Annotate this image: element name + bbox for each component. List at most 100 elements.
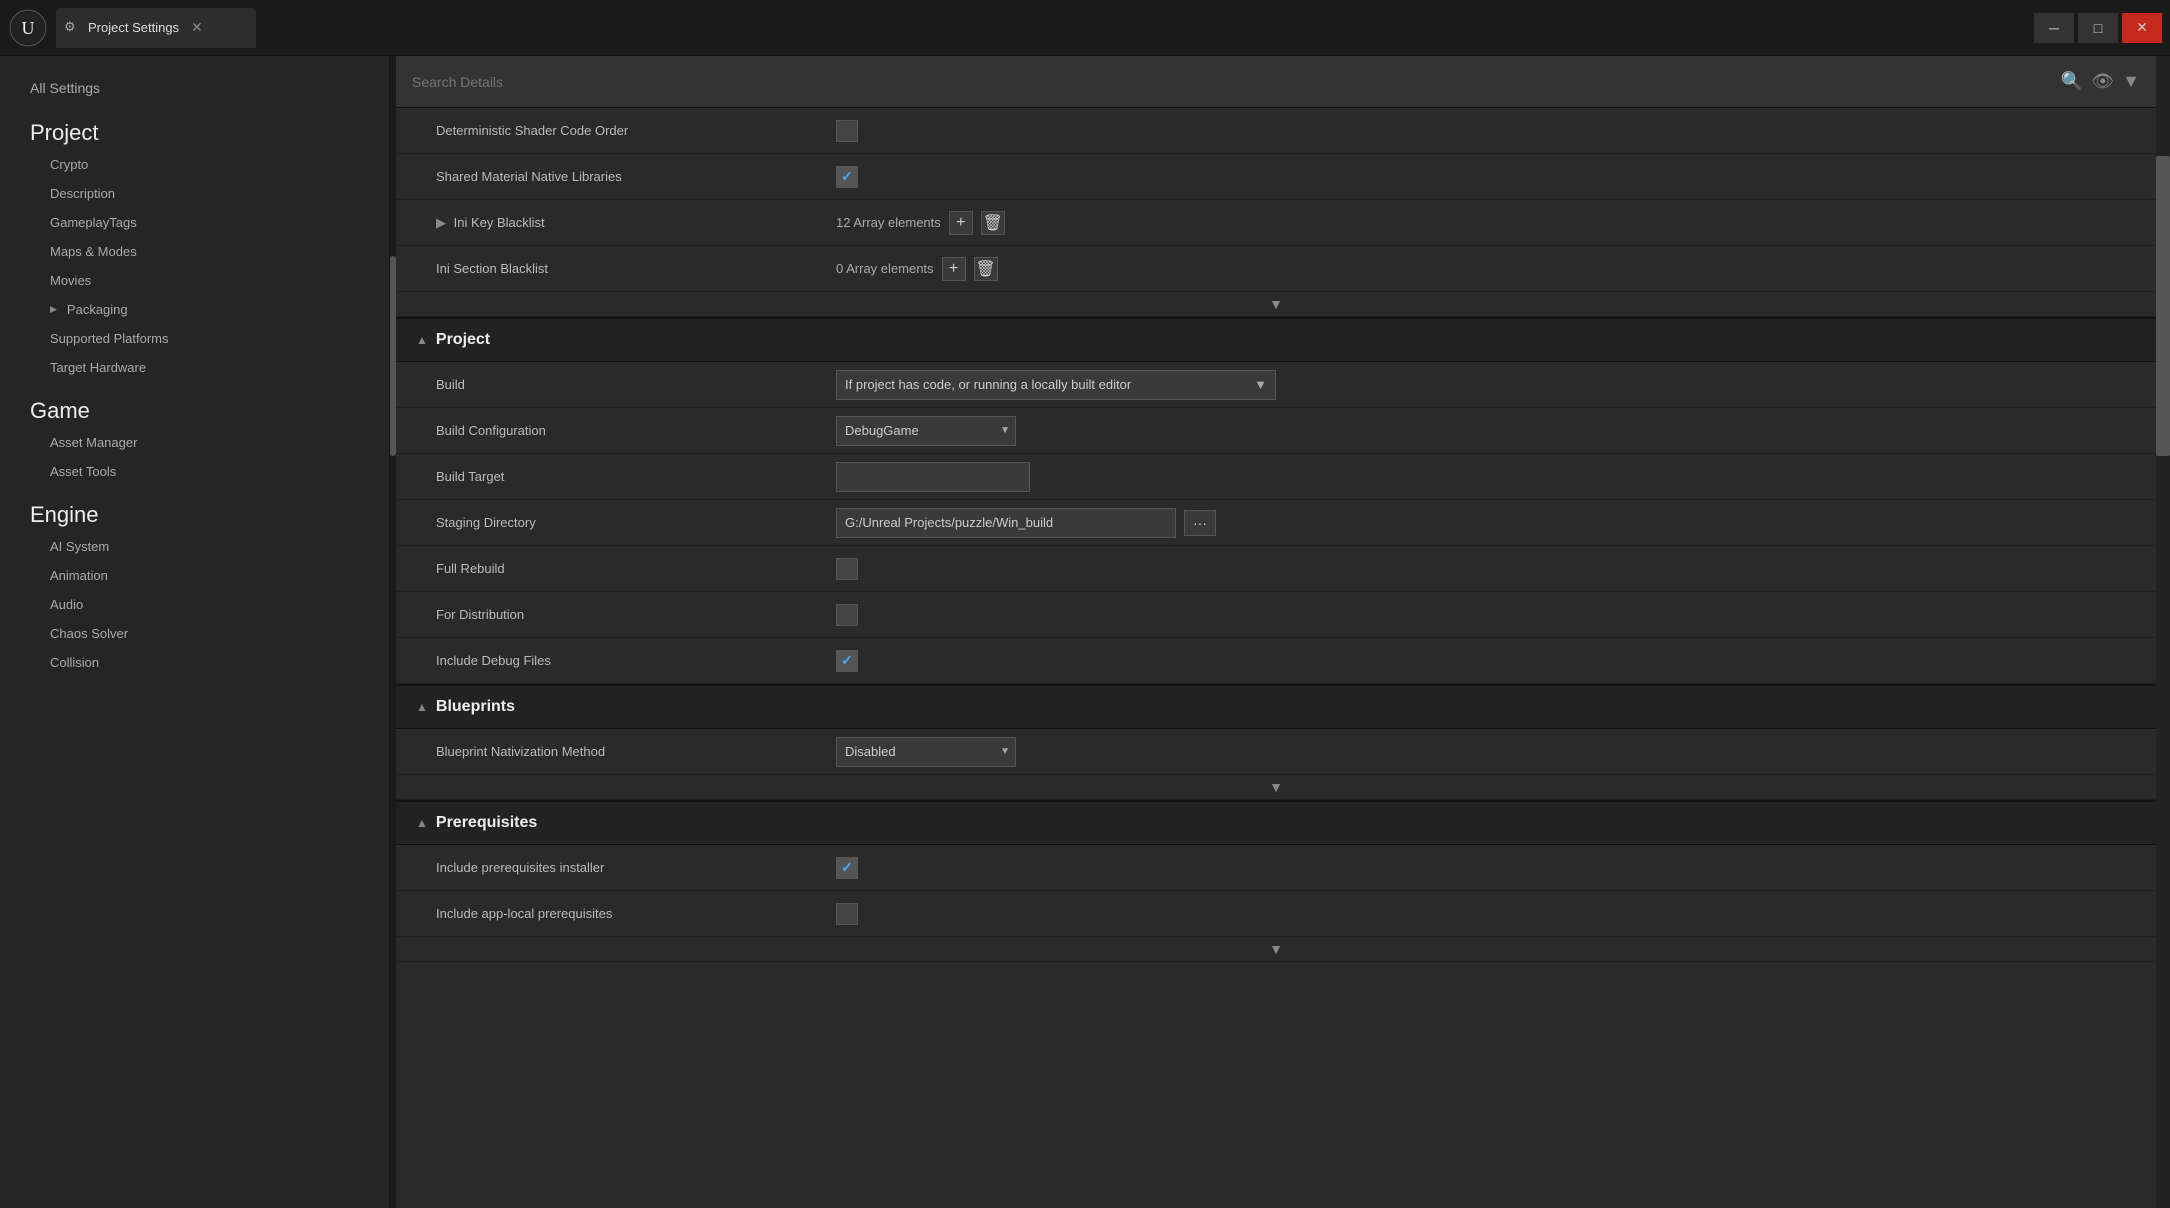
search-bar: 🔍 👁 ▼ [396, 56, 2156, 108]
minimize-button[interactable]: ─ [2034, 13, 2074, 43]
collapse-row-1[interactable]: ▼ [396, 292, 2156, 317]
ini-key-arrow-icon: ▶ [436, 215, 446, 230]
value-ini-key-blacklist: 12 Array elements + 🗑 [836, 211, 2136, 235]
dropdown-button[interactable]: ▼ [2122, 71, 2140, 92]
blueprint-nativization-select[interactable]: Disabled Inclusive Exclusive [836, 737, 1016, 767]
build-dropdown[interactable]: If project has code, or running a locall… [836, 370, 1276, 400]
build-config-select[interactable]: DebugGame Development Shipping [836, 416, 1016, 446]
value-for-distribution [836, 604, 2136, 626]
checkbox-full-rebuild[interactable] [836, 558, 858, 580]
checkbox-for-distribution[interactable] [836, 604, 858, 626]
value-staging-directory: ··· [836, 508, 2136, 538]
sidebar-category-engine: Engine [0, 486, 389, 532]
settings-tab-icon: ⚙ [64, 19, 82, 37]
section-blueprints-arrow-icon: ▲ [416, 700, 428, 714]
collapse-arrow-icon-2: ▼ [1269, 779, 1283, 795]
sidebar-scrollbar[interactable] [390, 56, 396, 1208]
search-icons: 🔍 👁 ▼ [2061, 71, 2140, 92]
eye-button[interactable]: 👁 [2091, 71, 2114, 92]
ue-logo: U [8, 8, 48, 48]
ini-section-count: 0 Array elements [836, 261, 934, 276]
sidebar-item-asset-tools[interactable]: Asset Tools [0, 457, 389, 486]
maximize-button[interactable]: □ [2078, 13, 2118, 43]
ini-key-array-controls: 12 Array elements + 🗑 [836, 211, 1005, 235]
sidebar-item-movies[interactable]: Movies [0, 266, 389, 295]
collapse-row-3[interactable]: ▼ [396, 937, 2156, 962]
sidebar-item-chaos-solver[interactable]: Chaos Solver [0, 619, 389, 648]
search-button[interactable]: 🔍 [2061, 71, 2083, 92]
label-ini-section-blacklist: Ini Section Blacklist [416, 261, 836, 276]
row-build: Build If project has code, or running a … [396, 362, 2156, 408]
value-build-target [836, 462, 2136, 492]
sidebar-item-maps-modes[interactable]: Maps & Modes [0, 237, 389, 266]
checkbox-include-debug-files[interactable] [836, 650, 858, 672]
sidebar-item-packaging[interactable]: Packaging [0, 295, 389, 324]
label-include-app-local: Include app-local prerequisites [416, 906, 836, 921]
ini-key-remove-button[interactable]: 🗑 [981, 211, 1005, 235]
checkbox-include-prerequisites[interactable] [836, 857, 858, 879]
sidebar-item-target-hardware[interactable]: Target Hardware [0, 353, 389, 382]
sidebar-item-description[interactable]: Description [0, 179, 389, 208]
search-input[interactable] [412, 74, 2061, 90]
build-dropdown-value: If project has code, or running a locall… [845, 377, 1131, 392]
label-shared-material: Shared Material Native Libraries [416, 169, 836, 184]
row-full-rebuild: Full Rebuild [396, 546, 2156, 592]
row-include-app-local: Include app-local prerequisites [396, 891, 2156, 937]
ini-key-add-button[interactable]: + [949, 211, 973, 235]
build-config-wrapper: DebugGame Development Shipping ▼ [836, 416, 1016, 446]
value-deterministic-shader [836, 120, 2136, 142]
build-target-input[interactable] [836, 462, 1030, 492]
ini-section-remove-button[interactable]: 🗑 [974, 257, 998, 281]
sidebar-item-crypto[interactable]: Crypto [0, 150, 389, 179]
section-project[interactable]: ▲ Project [396, 317, 2156, 362]
sidebar-item-collision[interactable]: Collision [0, 648, 389, 677]
sidebar-all-settings[interactable]: All Settings [0, 72, 389, 104]
row-staging-directory: Staging Directory ··· [396, 500, 2156, 546]
sidebar-item-ai-system[interactable]: AI System [0, 532, 389, 561]
main-layout: All Settings Project Crypto Description … [0, 56, 2170, 1208]
value-ini-section-blacklist: 0 Array elements + 🗑 [836, 257, 2136, 281]
label-full-rebuild: Full Rebuild [416, 561, 836, 576]
staging-directory-input[interactable] [836, 508, 1176, 538]
section-blueprints[interactable]: ▲ Blueprints [396, 684, 2156, 729]
checkbox-include-app-local[interactable] [836, 903, 858, 925]
tab-title: Project Settings [88, 20, 179, 35]
build-dropdown-arrow-icon: ▼ [1254, 377, 1267, 392]
collapse-arrow-icon-1: ▼ [1269, 296, 1283, 312]
section-prerequisites[interactable]: ▲ Prerequisites [396, 800, 2156, 845]
row-build-configuration: Build Configuration DebugGame Developmen… [396, 408, 2156, 454]
content-panel: 🔍 👁 ▼ Deterministic Shader Code Order Sh… [396, 56, 2156, 1208]
sidebar-scroll-thumb[interactable] [390, 256, 396, 456]
title-bar: U ⚙ Project Settings ✕ ─ □ ✕ [0, 0, 2170, 56]
ini-section-array-controls: 0 Array elements + 🗑 [836, 257, 998, 281]
checkbox-shared-material[interactable] [836, 166, 858, 188]
sidebar-item-animation[interactable]: Animation [0, 561, 389, 590]
checkbox-deterministic-shader[interactable] [836, 120, 858, 142]
row-include-debug-files: Include Debug Files [396, 638, 2156, 684]
label-deterministic-shader: Deterministic Shader Code Order [416, 123, 836, 138]
row-ini-key-blacklist: ▶ Ini Key Blacklist 12 Array elements + … [396, 200, 2156, 246]
value-full-rebuild [836, 558, 2136, 580]
sidebar-item-asset-manager[interactable]: Asset Manager [0, 428, 389, 457]
tab-close-button[interactable]: ✕ [191, 19, 203, 36]
tab[interactable]: ⚙ Project Settings ✕ [56, 8, 256, 48]
value-shared-material [836, 166, 2136, 188]
right-scroll-thumb[interactable] [2156, 156, 2170, 456]
label-ini-key-blacklist: ▶ Ini Key Blacklist [416, 215, 836, 231]
value-build: If project has code, or running a locall… [836, 370, 2136, 400]
sidebar-item-gameplaytags[interactable]: GameplayTags [0, 208, 389, 237]
sidebar-item-audio[interactable]: Audio [0, 590, 389, 619]
section-project-title: Project [436, 331, 490, 349]
value-include-app-local [836, 903, 2136, 925]
collapse-arrow-icon-3: ▼ [1269, 941, 1283, 957]
section-blueprints-title: Blueprints [436, 698, 515, 716]
close-button[interactable]: ✕ [2122, 13, 2162, 43]
row-for-distribution: For Distribution [396, 592, 2156, 638]
sidebar-item-supported-platforms[interactable]: Supported Platforms [0, 324, 389, 353]
label-staging-directory: Staging Directory [416, 515, 836, 530]
collapse-row-2[interactable]: ▼ [396, 775, 2156, 800]
staging-directory-browse-button[interactable]: ··· [1184, 510, 1216, 536]
svg-text:U: U [22, 18, 35, 38]
right-scrollbar[interactable] [2156, 56, 2170, 1208]
ini-section-add-button[interactable]: + [942, 257, 966, 281]
